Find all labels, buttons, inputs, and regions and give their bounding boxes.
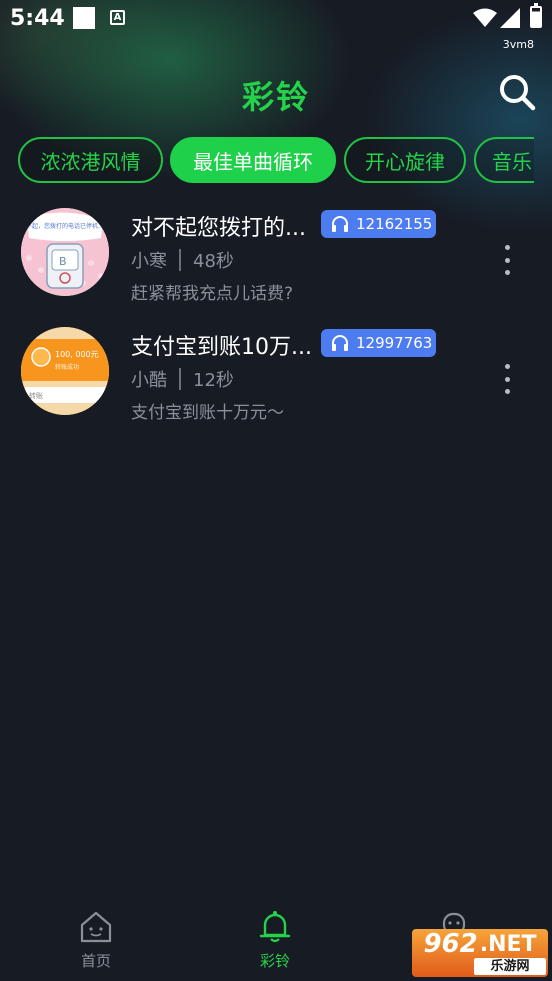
tab-nongnong-gangfengqing[interactable]: 浓浓港风情 [18,137,163,183]
nav-label: 首页 [80,952,111,970]
nav-label: 彩铃 [259,952,290,970]
play-count: 12162155 [356,215,433,233]
song-list-item[interactable]: 对不起，您拨打的电话已停机…… B 对不起您拨打的... 12162155 小寒… [0,200,552,310]
thumb-sub: 转账成功 [55,363,79,371]
search-icon[interactable] [498,73,536,111]
notification-square-icon [73,7,95,29]
bell-icon [259,911,291,943]
a-notification-icon: A [110,10,125,25]
song-author: 小寒 [131,251,167,272]
meta-divider [179,368,181,390]
wifi-icon [473,8,497,27]
thumb-caption: 对不起，您拨打的电话已停机…… [21,222,109,230]
payment-screenshot-thumbnail: 100, 000元 转账成功 转账 [21,327,109,415]
thumb-letter: B [59,255,67,268]
signal-icon [500,8,520,28]
tab-label: 最佳单曲循环 [193,149,313,174]
song-meta: 小寒 48秒 [131,247,234,273]
tab-zuijia-danqu-xunhuan[interactable]: 最佳单曲循环 [170,137,336,183]
song-title: 支付宝到账10万... [131,335,312,360]
more-options-icon[interactable] [500,245,514,275]
watermark-number: 962 [423,929,478,959]
site-watermark: 962 .NET 乐游网 [412,929,548,977]
song-meta: 小酷 12秒 [131,366,234,392]
song-duration: 12秒 [193,370,234,391]
song-title: 对不起您拨打的... [131,216,306,241]
song-description: 支付宝到账十万元～ [131,403,284,423]
play-count-badge: 12162155 [321,210,436,238]
nav-ringtone[interactable]: 彩铃 [235,908,315,971]
play-count-badge: 12997763 [321,329,436,357]
status-time: 5:44 [10,6,65,31]
phone-cartoon-thumbnail: 对不起，您拨打的电话已停机…… B [21,208,109,296]
song-duration: 48秒 [193,251,234,272]
song-author: 小酷 [131,370,167,391]
headphones-icon [332,335,348,351]
watermark-site: 乐游网 [474,958,546,975]
play-count: 12997763 [356,334,433,352]
thumb-amount: 100, 000元 [55,350,99,359]
home-icon [80,911,112,943]
song-description: 赶紧帮我充点儿话费? [131,284,294,304]
page-title: 彩铃 [241,78,310,116]
song-thumbnail: 100, 000元 转账成功 转账 [21,327,109,415]
battery-icon [530,3,542,28]
tab-label: 音乐 [492,149,532,174]
carrier-label: 3vm8 [502,38,534,51]
tab-label: 浓浓港风情 [40,149,141,174]
thumb-bottom-text: 转账 [29,391,43,400]
tab-kaixin-xuanlv[interactable]: 开心旋律 [344,137,466,183]
status-bar: 5:44 A 3vm8 [0,0,552,51]
nav-home[interactable]: 首页 [56,908,136,971]
song-thumbnail: 对不起，您拨打的电话已停机…… B [21,208,109,296]
category-tabs: 浓浓港风情 最佳单曲循环 开心旋律 音乐 [18,137,534,185]
meta-divider [179,249,181,271]
watermark-suffix: .NET [479,931,537,957]
tab-label: 开心旋律 [365,149,445,174]
headphones-icon [332,216,348,232]
more-options-icon[interactable] [500,364,514,394]
tab-yinyue[interactable]: 音乐 [474,137,534,183]
song-list-item[interactable]: 100, 000元 转账成功 转账 支付宝到账10万... 12997763 小… [0,319,552,429]
